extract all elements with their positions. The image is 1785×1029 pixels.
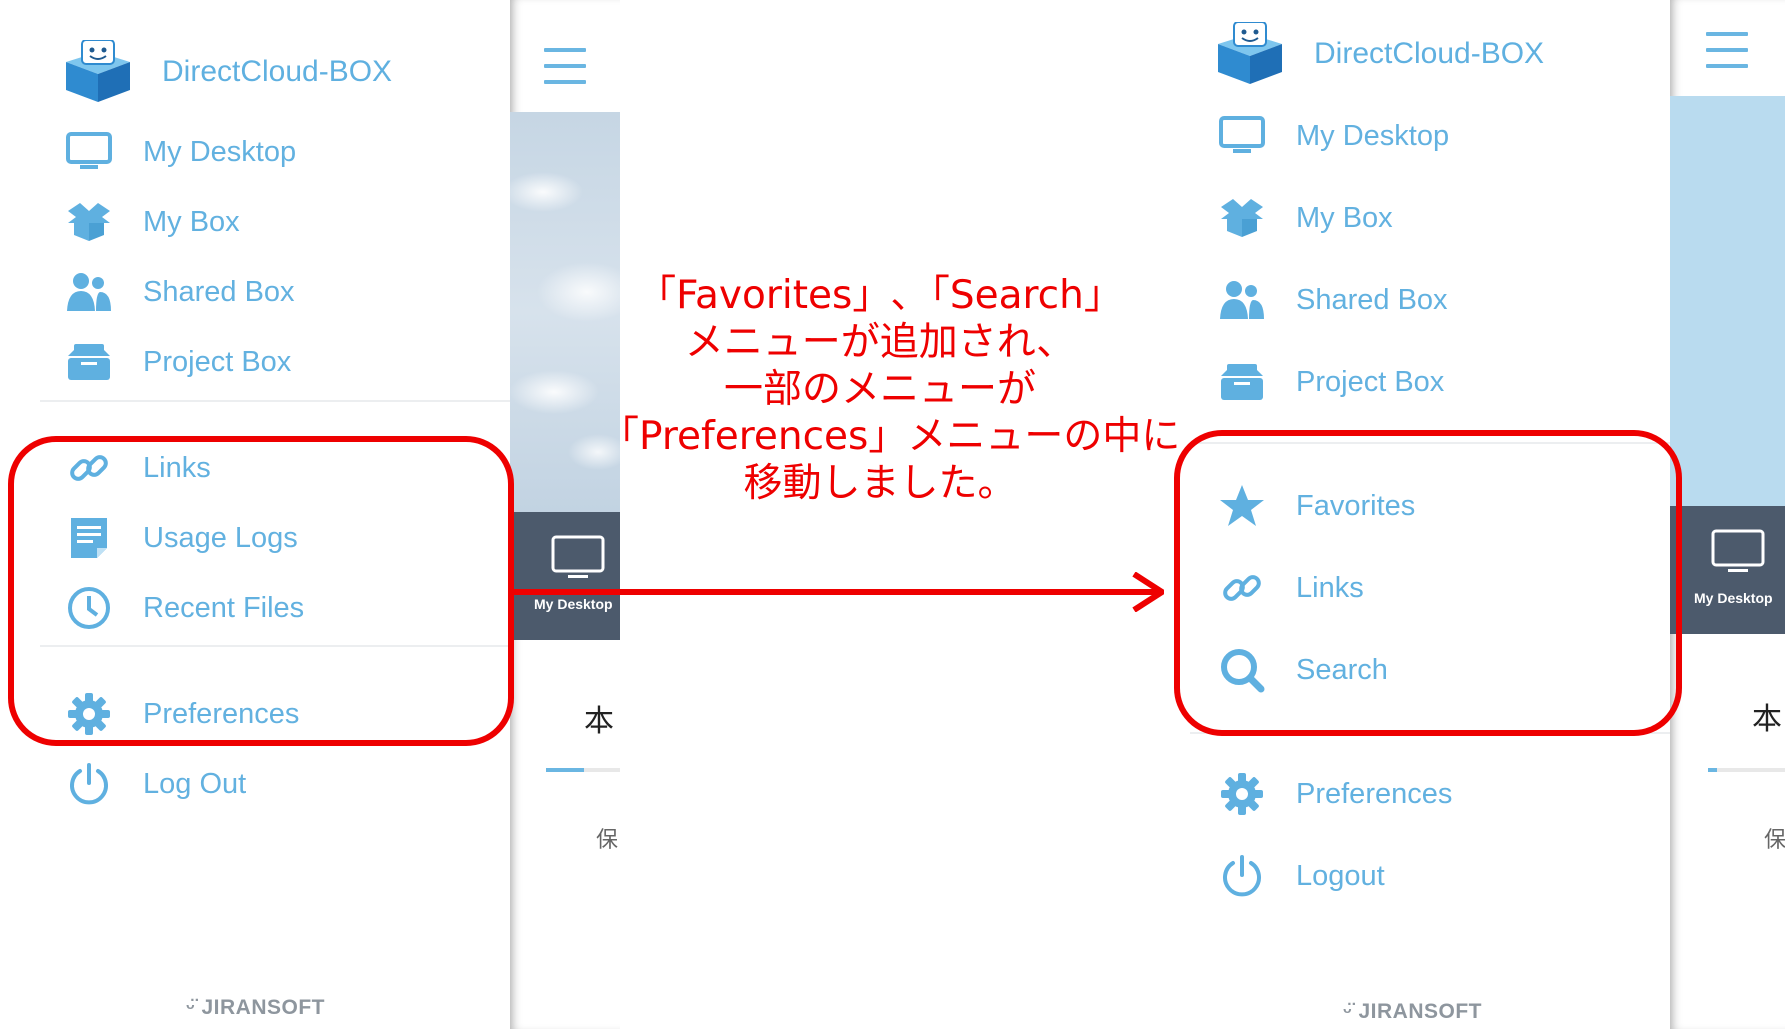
footer-jiransoft: ᵕ̈ JIRANSOFT: [1343, 1000, 1482, 1023]
menu-item-label: Preferences: [1296, 777, 1453, 810]
smile-logo-icon: ᵕ̈: [186, 996, 196, 1019]
menu-item-project-box[interactable]: Project Box: [1216, 352, 1444, 412]
before-highlight-box: [8, 436, 514, 746]
menu-item-label: Logout: [1296, 859, 1385, 892]
menu-item-my-desktop[interactable]: My Desktop: [1216, 106, 1449, 166]
content-text-char: 保: [1764, 828, 1785, 853]
hamburger-icon[interactable]: [544, 48, 586, 84]
brand-name: DirectCloud-BOX: [1314, 37, 1545, 70]
content-heading-char: 本: [584, 704, 614, 739]
power-icon: [1216, 850, 1268, 902]
after-main-peek: My Desktop 本 保: [1670, 0, 1785, 1029]
monitor-icon: [1216, 110, 1268, 162]
menu-item-preferences[interactable]: Preferences: [1216, 764, 1452, 824]
menu-item-label: Shared Box: [143, 275, 295, 308]
app-logo-icon: [66, 40, 130, 102]
separator: [40, 400, 510, 402]
menu-item-log-out[interactable]: Log Out: [63, 754, 246, 814]
after-highlight-box: [1174, 430, 1682, 736]
menu-item-my-box[interactable]: My Box: [1216, 188, 1393, 248]
before-main-peek: My Desktop 本 保: [510, 0, 620, 1029]
menu-item-label: My Desktop: [1296, 119, 1450, 152]
menu-item-label: My Desktop: [143, 135, 297, 168]
menu-item-label: Shared Box: [1296, 283, 1448, 316]
open-box-icon: [1216, 192, 1268, 244]
hamburger-icon[interactable]: [1706, 32, 1748, 68]
menu-item-label: Log Out: [143, 767, 247, 800]
menu-item-logout[interactable]: Logout: [1216, 846, 1385, 906]
menu-item-my-desktop[interactable]: My Desktop: [63, 122, 296, 182]
menu-item-label: My Box: [143, 205, 240, 238]
progress-bar: [1708, 768, 1785, 772]
brand: DirectCloud-BOX: [60, 40, 392, 104]
menu-item-project-box[interactable]: Project Box: [63, 332, 291, 392]
annotation-text: 「Favorites」､「Search」 メニューが追加され、 一部のメニューが…: [600, 273, 1181, 506]
monitor-icon: [63, 126, 115, 178]
archive-box-icon: [1216, 356, 1268, 408]
brand-name: DirectCloud-BOX: [162, 55, 393, 88]
smile-logo-icon: ᵕ̈: [1343, 1000, 1353, 1023]
brand: DirectCloud-BOX: [1212, 22, 1544, 86]
users-icon: [1216, 274, 1268, 326]
menu-item-shared-box[interactable]: Shared Box: [63, 262, 295, 322]
power-icon: [63, 758, 115, 810]
progress-bar: [546, 768, 620, 772]
gear-icon: [1216, 768, 1268, 820]
menu-item-label: My Box: [1296, 201, 1393, 234]
menu-item-shared-box[interactable]: Shared Box: [1216, 270, 1448, 330]
archive-box-icon: [63, 336, 115, 388]
monitor-icon: [1711, 529, 1765, 572]
footer-jiransoft: ᵕ̈ JIRANSOFT: [186, 996, 325, 1019]
right-arrow-icon: [514, 572, 1164, 612]
app-logo-icon: [1218, 22, 1282, 84]
content-heading-char: 本: [1752, 702, 1782, 737]
cover-image: [1670, 96, 1785, 506]
users-icon: [63, 266, 115, 318]
content-text-char: 保: [596, 828, 619, 853]
tab-label: My Desktop: [1694, 590, 1773, 606]
menu-item-my-box[interactable]: My Box: [63, 192, 240, 252]
open-box-icon: [63, 196, 115, 248]
menu-item-label: Project Box: [1296, 365, 1445, 398]
menu-item-label: Project Box: [143, 345, 292, 378]
tab-my-desktop[interactable]: My Desktop: [1670, 506, 1785, 634]
